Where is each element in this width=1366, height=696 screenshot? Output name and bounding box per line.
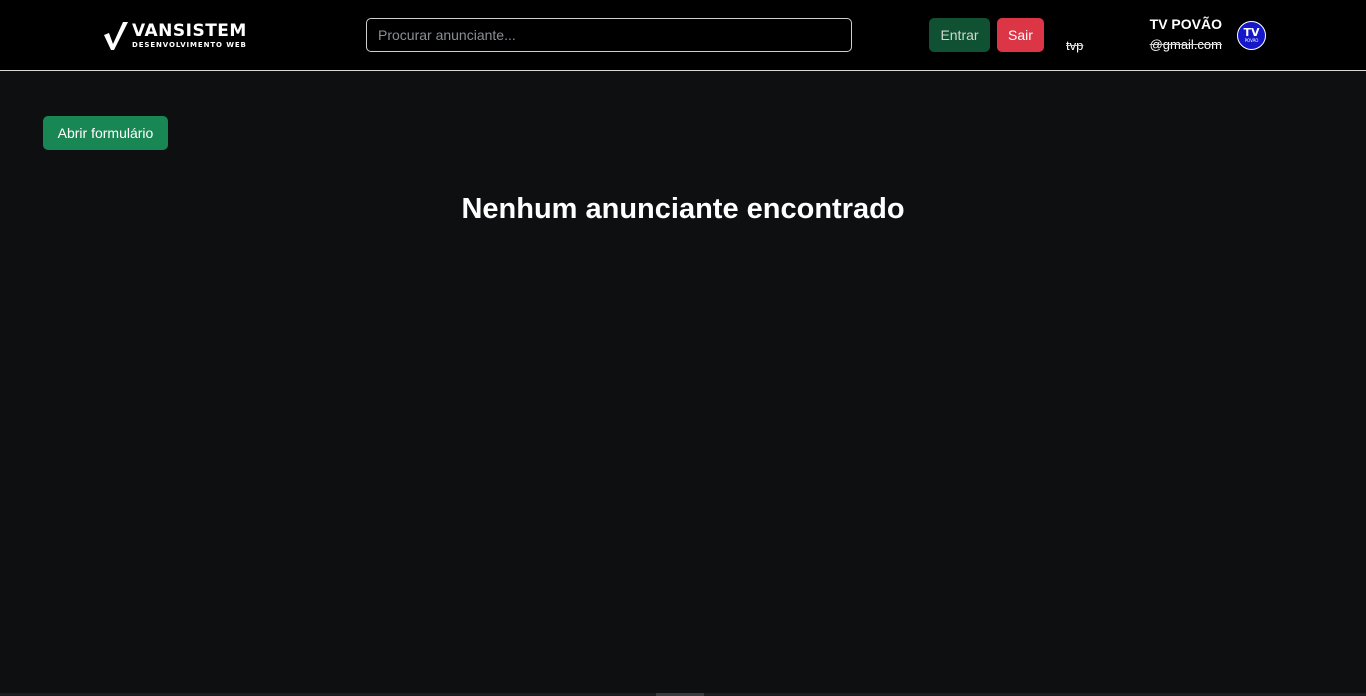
user-name: TV POVÃO	[1149, 16, 1222, 32]
brand-text: VANSISTEM DESENVOLVIMENTO WEB	[132, 21, 247, 50]
top-navbar: VANSISTEM DESENVOLVIMENTO WEB Entrar Sai…	[0, 0, 1366, 71]
brand-tagline: DESENVOLVIMENTO WEB	[132, 41, 247, 49]
user-email: @gmail.com	[1149, 37, 1222, 52]
login-button[interactable]: Entrar	[929, 18, 990, 52]
brand-name: VANSISTEM	[132, 21, 247, 41]
empty-state-message: Nenhum anunciante encontrado	[461, 193, 905, 225]
brand-logo[interactable]: VANSISTEM DESENVOLVIMENTO WEB	[104, 22, 279, 50]
user-short-name: tvp	[1066, 38, 1084, 53]
avatar-text: TV	[1243, 26, 1260, 39]
search-input[interactable]	[366, 18, 852, 52]
open-form-button[interactable]: Abrir formulário	[43, 116, 168, 150]
user-info: TV POVÃO @gmail.com	[1150, 15, 1222, 54]
avatar-subtext: POVÃO	[1244, 38, 1259, 43]
logout-button[interactable]: Sair	[997, 18, 1044, 52]
avatar[interactable]: TV POVÃO	[1237, 21, 1266, 50]
v-logo-icon	[104, 22, 128, 50]
